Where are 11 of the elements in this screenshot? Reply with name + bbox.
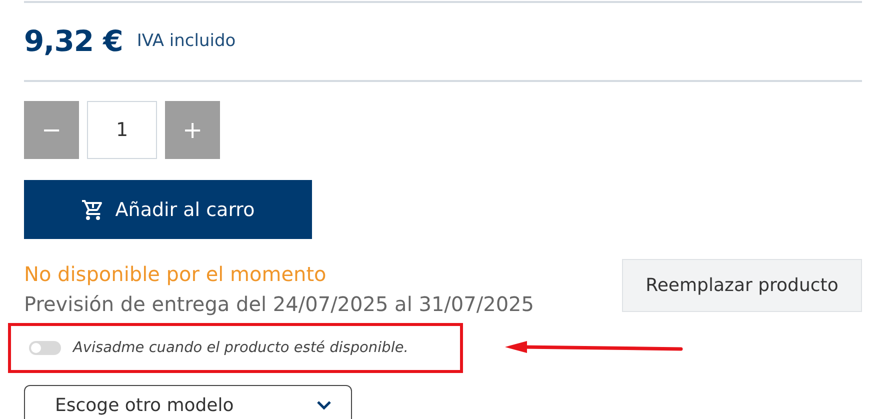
model-select[interactable]: Escoge otro modelo: [24, 385, 352, 419]
chevron-down-icon: [317, 400, 331, 410]
notify-toggle[interactable]: [29, 341, 61, 355]
quantity-field[interactable]: 1: [87, 101, 157, 159]
replace-product-button[interactable]: Reemplazar producto: [622, 259, 862, 312]
availability-status: No disponible por el momento: [24, 261, 328, 288]
notify-label: Avisadme cuando el producto esté disponible.: [73, 340, 408, 356]
delivery-estimate: Previsión de entrega del 24/07/2025 al 31/07/2025: [24, 291, 534, 318]
price: 9,32 €: [24, 24, 123, 58]
add-to-cart-button[interactable]: Añadir al carro: [24, 180, 312, 239]
tax-note: IVA incluido: [136, 31, 236, 51]
